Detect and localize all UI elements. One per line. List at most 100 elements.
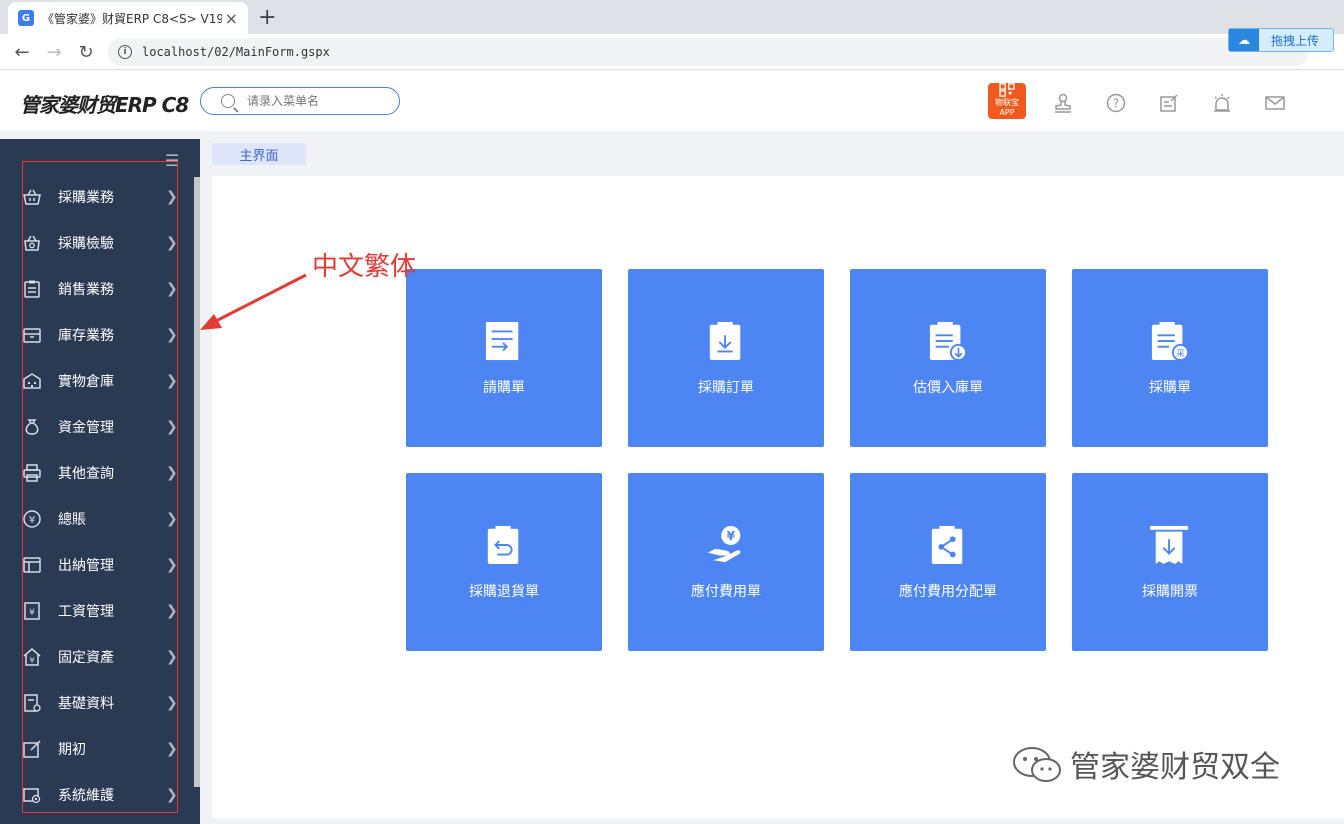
function-card[interactable]: 采採購單 (1072, 269, 1268, 447)
function-card[interactable]: 請購單 (406, 269, 602, 447)
function-card[interactable]: 採購訂單 (628, 269, 824, 447)
purchase-order-icon (709, 321, 741, 361)
sidebar-menu: ☰ 採購業務 ❯ 採購檢驗 ❯ 銷售業務 ❯ 庫存業務 ❯ 實物倉庫 ❯ 資金管理 ❯ 其他查詢 ❯ ¥ 總賬… (0, 139, 200, 824)
sidebar-item[interactable]: 採購檢驗 ❯ (0, 220, 194, 266)
sidebar-item-label: 庫存業務 (58, 328, 114, 344)
svg-text:¥: ¥ (29, 515, 35, 526)
sidebar-item[interactable]: 銷售業務 ❯ (0, 266, 194, 312)
sidebar-item-label: 銷售業務 (58, 282, 114, 298)
chevron-right-icon: ❯ (166, 511, 178, 527)
function-card[interactable]: ¥ 應付費用單 (628, 473, 824, 651)
menu-search-box[interactable] (200, 87, 400, 115)
yen-icon: ¥ (22, 509, 42, 529)
warehouse-icon (22, 371, 42, 391)
browser-toolbar: ← → ↻ i localhost/02/MainForm.gspx (0, 34, 1344, 70)
qr-code-icon (999, 83, 1015, 97)
data-icon (22, 693, 42, 713)
chevron-right-icon: ❯ (166, 787, 178, 803)
watermark-text: 管家婆财贸双全 (1070, 750, 1280, 785)
forward-arrow-icon[interactable]: → (42, 40, 66, 64)
sidebar-item[interactable]: 採購業務 ❯ (0, 174, 194, 220)
url-text[interactable]: localhost/02/MainForm.gspx (142, 45, 330, 59)
tab-main[interactable]: 主界面 (212, 143, 306, 165)
chevron-right-icon: ❯ (166, 235, 178, 251)
card-label: 採購退貨單 (469, 584, 539, 600)
stamp-icon[interactable] (1053, 93, 1073, 113)
browser-tabstrip: G 《管家婆》财貿ERP C8<S> V19.0 × + (0, 0, 1344, 34)
sidebar-item-label: 基礎資料 (58, 696, 114, 712)
svg-text:?: ? (1113, 97, 1119, 111)
app-badge-subtitle: APP (999, 108, 1015, 117)
clipboard-icon (22, 279, 42, 299)
sidebar-item-label: 工資管理 (58, 604, 114, 620)
search-icon (221, 94, 235, 108)
new-tab-button[interactable]: + (258, 5, 276, 30)
sidebar-item[interactable]: ¥ 總賬 ❯ (0, 496, 194, 542)
moneybag-icon (22, 417, 42, 437)
chevron-right-icon: ❯ (166, 281, 178, 297)
menu-search-input[interactable] (247, 94, 387, 108)
sidebar-item[interactable]: ¥ 工資管理 ❯ (0, 588, 194, 634)
sidebar-item[interactable]: 庫存業務 ❯ (0, 312, 194, 358)
sidebar-item-label: 資金管理 (58, 420, 114, 436)
sidebar-scrollbar[interactable] (194, 177, 200, 787)
chevron-right-icon: ❯ (166, 557, 178, 573)
svg-text:采: 采 (1176, 348, 1185, 359)
chevron-right-icon: ❯ (166, 695, 178, 711)
browser-tab-title: 《管家婆》财貿ERP C8<S> V19.0 (42, 11, 222, 26)
sidebar-item[interactable]: 其他查詢 ❯ (0, 450, 194, 496)
alarm-icon[interactable] (1212, 93, 1232, 113)
sidebar-item-label: 總賬 (58, 512, 86, 528)
info-icon[interactable]: i (118, 45, 132, 59)
chevron-right-icon: ❯ (166, 465, 178, 481)
salary-icon: ¥ (22, 601, 42, 621)
sidebar-item[interactable]: 出納管理 ❯ (0, 542, 194, 588)
sidebar-item[interactable]: 實物倉庫 ❯ (0, 358, 194, 404)
chevron-right-icon: ❯ (166, 741, 178, 757)
function-card[interactable]: 應付費用分配單 (850, 473, 1046, 651)
purchase-request-icon (485, 321, 519, 361)
chevron-right-icon: ❯ (166, 327, 178, 343)
sidebar-item[interactable]: 期初 ❯ (0, 726, 194, 772)
app-header: 管家婆财贸ERP C8 物联宝 APP ? (0, 71, 1344, 131)
close-tab-icon[interactable]: × (225, 9, 238, 28)
app-qr-badge[interactable]: 物联宝 APP (988, 83, 1026, 119)
sidebar-item[interactable]: 資金管理 ❯ (0, 404, 194, 450)
wechat-logo-icon (1013, 747, 1061, 782)
svg-text:¥: ¥ (29, 608, 35, 618)
app-logo: 管家婆财贸ERP C8 (20, 93, 189, 117)
sidebar-item[interactable]: ¥ 固定資產 ❯ (0, 634, 194, 680)
notes-icon[interactable] (1159, 93, 1179, 113)
main-tabbar: 主界面 (212, 143, 306, 165)
layout-icon (22, 555, 42, 575)
reload-icon[interactable]: ↻ (74, 40, 98, 64)
svg-text:¥: ¥ (29, 656, 34, 665)
annotation-label: 中文繁体 (312, 252, 417, 282)
help-icon[interactable]: ? (1106, 93, 1126, 113)
function-card[interactable]: 估價入庫單 (850, 269, 1046, 447)
address-bar[interactable]: i localhost/02/MainForm.gspx (108, 38, 1308, 66)
purchase-invoice-icon (1150, 525, 1189, 565)
function-card[interactable]: 採購退貨單 (406, 473, 602, 651)
card-label: 採購單 (1149, 380, 1191, 396)
sidebar-item-label: 出納管理 (58, 558, 114, 574)
payable-expense-icon: ¥ (707, 525, 741, 563)
chevron-right-icon: ❯ (166, 373, 178, 389)
purchase-slip-icon: 采 (1151, 321, 1190, 361)
app-badge-title: 物联宝 (995, 98, 1019, 107)
sidebar-item[interactable]: 系統維護 ❯ (0, 772, 194, 818)
function-card[interactable]: 採購開票 (1072, 473, 1268, 651)
printer-icon (22, 463, 42, 483)
estimate-stock-in-icon (929, 321, 968, 361)
upload-extension-label: 拖拽上传 (1271, 33, 1320, 48)
collapse-menu-icon[interactable]: ☰ (165, 151, 179, 170)
sidebar-item-label: 系統維護 (58, 788, 114, 804)
browser-tab[interactable]: G 《管家婆》财貿ERP C8<S> V19.0 × (8, 2, 248, 34)
mail-icon[interactable] (1265, 93, 1285, 113)
inspect-icon (22, 233, 42, 253)
sidebar-item[interactable]: 基礎資料 ❯ (0, 680, 194, 726)
back-arrow-icon[interactable]: ← (10, 40, 34, 64)
chevron-right-icon: ❯ (166, 419, 178, 435)
upload-extension-button[interactable]: ☁ 拖拽上传 (1228, 28, 1334, 52)
edit-icon (22, 739, 42, 759)
